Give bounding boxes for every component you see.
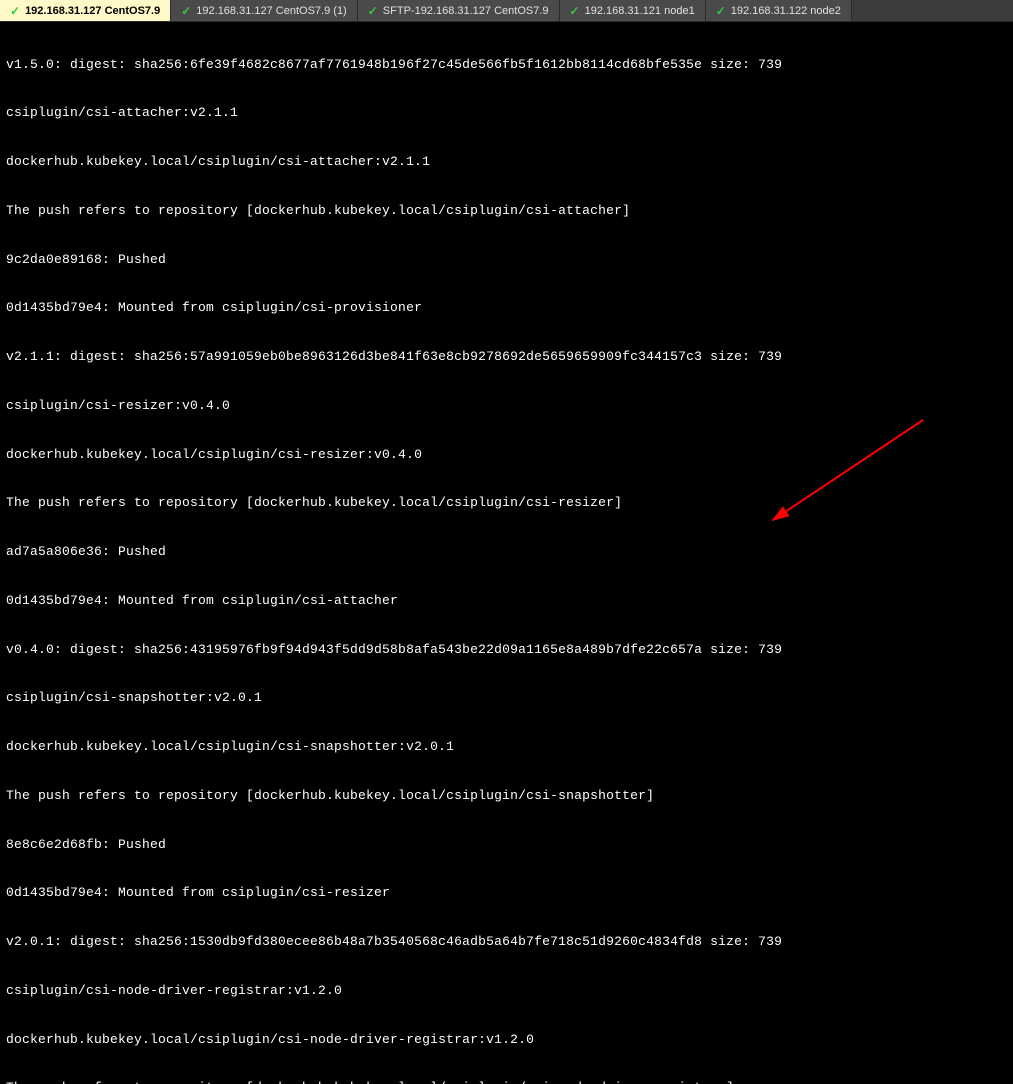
output-line: csiplugin/csi-attacher:v2.1.1 [6,105,1007,121]
output-line: v0.4.0: digest: sha256:43195976fb9f94d94… [6,642,1007,658]
check-icon: ✓ [10,4,20,18]
output-line: dockerhub.kubekey.local/csiplugin/csi-no… [6,1032,1007,1048]
tab-bar: ✓ 192.168.31.127 CentOS7.9 ✓ 192.168.31.… [0,0,1013,22]
output-line: csiplugin/csi-node-driver-registrar:v1.2… [6,983,1007,999]
output-line: dockerhub.kubekey.local/csiplugin/csi-re… [6,447,1007,463]
check-icon: ✓ [570,4,580,18]
output-line: 9c2da0e89168: Pushed [6,252,1007,268]
output-line: csiplugin/csi-resizer:v0.4.0 [6,398,1007,414]
output-line: v2.1.1: digest: sha256:57a991059eb0be896… [6,349,1007,365]
output-line: v1.5.0: digest: sha256:6fe39f4682c8677af… [6,57,1007,73]
output-line: csiplugin/csi-snapshotter:v2.0.1 [6,690,1007,706]
output-line: 0d1435bd79e4: Mounted from csiplugin/csi… [6,300,1007,316]
output-line: 8e8c6e2d68fb: Pushed [6,837,1007,853]
output-line: v2.0.1: digest: sha256:1530db9fd380ecee8… [6,934,1007,950]
output-line: The push refers to repository [dockerhub… [6,1080,1007,1084]
tab-label: 192.168.31.127 CentOS7.9 [25,5,160,17]
check-icon: ✓ [368,4,378,18]
tab-sftp[interactable]: ✓ SFTP-192.168.31.127 CentOS7.9 [358,0,560,21]
tab-centos-1[interactable]: ✓ 192.168.31.127 CentOS7.9 (1) [171,0,358,21]
tab-node2[interactable]: ✓ 192.168.31.122 node2 [706,0,852,21]
terminal-output[interactable]: v1.5.0: digest: sha256:6fe39f4682c8677af… [0,22,1013,1084]
check-icon: ✓ [181,4,191,18]
output-line: 0d1435bd79e4: Mounted from csiplugin/csi… [6,593,1007,609]
output-line: dockerhub.kubekey.local/csiplugin/csi-at… [6,154,1007,170]
check-icon: ✓ [716,4,726,18]
tab-centos-main[interactable]: ✓ 192.168.31.127 CentOS7.9 [0,0,171,21]
tab-label: 192.168.31.121 node1 [585,5,695,17]
output-line: dockerhub.kubekey.local/csiplugin/csi-sn… [6,739,1007,755]
tab-label: SFTP-192.168.31.127 CentOS7.9 [383,5,549,17]
output-line: The push refers to repository [dockerhub… [6,495,1007,511]
output-line: The push refers to repository [dockerhub… [6,788,1007,804]
output-line: 0d1435bd79e4: Mounted from csiplugin/csi… [6,885,1007,901]
tab-label: 192.168.31.127 CentOS7.9 (1) [196,5,346,17]
output-line: ad7a5a806e36: Pushed [6,544,1007,560]
tab-label: 192.168.31.122 node2 [731,5,841,17]
tab-node1[interactable]: ✓ 192.168.31.121 node1 [560,0,706,21]
output-line: The push refers to repository [dockerhub… [6,203,1007,219]
